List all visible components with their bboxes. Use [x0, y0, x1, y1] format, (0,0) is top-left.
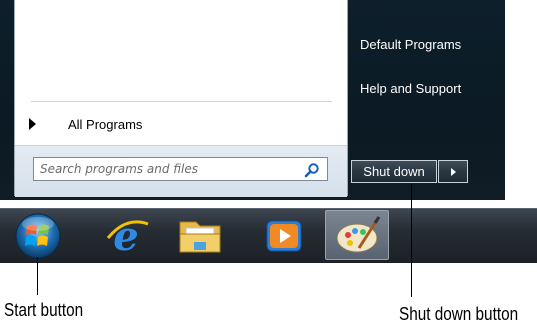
start-menu: All Programs Default Programs Help and S…: [0, 0, 505, 200]
windows-explorer-icon[interactable]: [172, 208, 228, 262]
start-button-callout: Start button: [4, 300, 84, 320]
windows-start-button[interactable]: [10, 208, 66, 262]
shut-down-button[interactable]: Shut down: [351, 160, 437, 183]
search-box[interactable]: [33, 157, 328, 181]
windows-media-player-icon[interactable]: [256, 208, 312, 262]
help-and-support-item[interactable]: Help and Support: [360, 81, 461, 96]
triangle-right-icon: [29, 118, 36, 130]
all-programs-label: All Programs: [68, 116, 143, 132]
arrow-right-icon: [450, 167, 456, 176]
paint-icon[interactable]: [329, 208, 385, 262]
default-programs-item[interactable]: Default Programs: [360, 37, 461, 52]
svg-text:e: e: [113, 213, 138, 260]
shut-down-callout-line: [411, 184, 412, 297]
shut-down-button-callout: Shut down button: [399, 304, 519, 324]
internet-explorer-icon[interactable]: e: [98, 208, 154, 262]
search-input[interactable]: [40, 162, 295, 176]
divider: [31, 101, 332, 102]
search-icon[interactable]: [304, 162, 320, 178]
search-area: [15, 145, 347, 197]
all-programs-item[interactable]: All Programs: [29, 113, 142, 135]
start-menu-left-pane: All Programs: [14, 0, 348, 197]
start-button-callout-line: [37, 257, 38, 295]
screen: All Programs Default Programs Help and S…: [0, 0, 537, 330]
shut-down-options-button[interactable]: [438, 160, 468, 183]
